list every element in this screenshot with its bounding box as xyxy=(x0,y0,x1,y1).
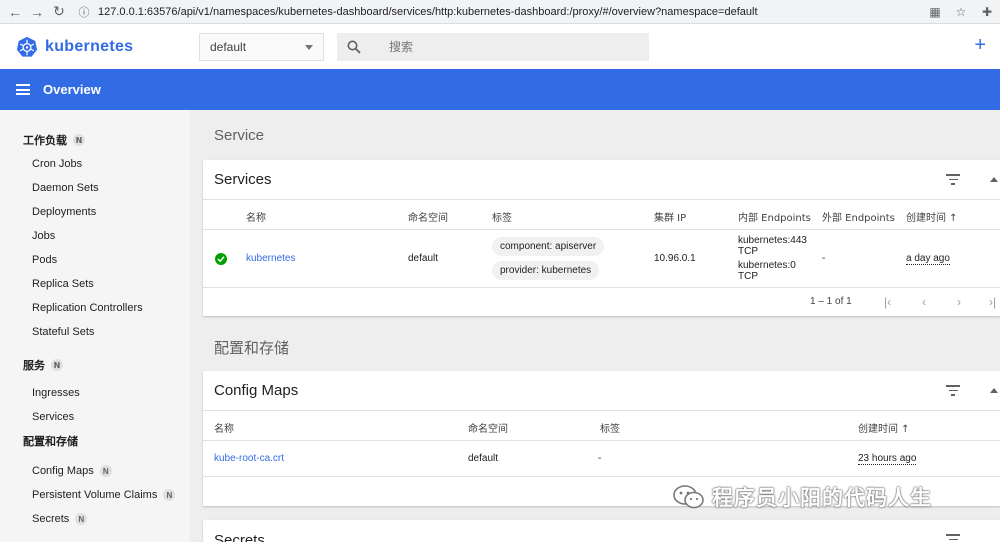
sidebar-item-stateful-sets[interactable]: Stateful Sets xyxy=(0,320,190,344)
table-row: kube-root-ca.crt default - 23 hours ago xyxy=(203,441,1000,477)
browser-url-bar: ← → ↻ ⓘ 127.0.0.1:63576/api/v1/namespace… xyxy=(0,0,1000,24)
sidebar-item-deployments[interactable]: Deployments xyxy=(0,200,190,224)
label-chip: provider: kubernetes xyxy=(492,261,600,280)
sidebar-group-service[interactable]: 服务 N xyxy=(0,353,190,377)
next-page-icon[interactable]: › xyxy=(957,295,961,309)
column-header[interactable]: 名称 xyxy=(214,420,234,435)
config-maps-card-header: Config Maps xyxy=(203,371,1000,411)
namespaced-badge: N xyxy=(163,489,176,501)
column-header[interactable]: 命名空间 xyxy=(468,420,508,435)
column-header-sort[interactable]: 创建时间 ↑ xyxy=(858,420,910,435)
card-title: Services xyxy=(214,171,272,188)
qr-code-icon[interactable]: ▦ xyxy=(922,5,948,19)
sidebar-item-pods[interactable]: Pods xyxy=(0,248,190,272)
services-card-header: Services xyxy=(203,160,1000,200)
namespace-cell: default xyxy=(468,453,499,464)
info-icon[interactable]: ⓘ xyxy=(76,4,92,20)
namespace-select[interactable]: default xyxy=(199,33,324,61)
card-title: Config Maps xyxy=(214,382,299,399)
back-icon[interactable]: ← xyxy=(4,4,26,20)
sidebar-item-replica-sets[interactable]: Replica Sets xyxy=(0,272,190,296)
filter-icon[interactable] xyxy=(946,534,960,542)
column-header[interactable]: 内部 Endpoints xyxy=(738,209,811,224)
services-pagination: 1 – 1 of 1 |‹ ‹ › ›| xyxy=(203,288,1000,316)
section-title-service: Service xyxy=(214,127,265,144)
sidebar: 工作负载 N Cron Jobs Daemon Sets Deployments… xyxy=(0,110,190,542)
kubernetes-logo[interactable]: kubernetes xyxy=(16,36,133,58)
search-input[interactable] xyxy=(389,40,639,54)
namespaced-badge: N xyxy=(75,513,88,525)
secrets-card: Secrets xyxy=(203,520,1000,542)
namespace-cell: default xyxy=(408,253,439,264)
created-time-cell: 23 hours ago xyxy=(858,453,917,465)
brand-name: kubernetes xyxy=(45,37,134,55)
created-time-cell: a day ago xyxy=(906,253,950,265)
extensions-icon[interactable]: ✚ xyxy=(974,5,1000,19)
bookmark-star-icon[interactable]: ☆ xyxy=(948,5,974,19)
card-title: Secrets xyxy=(214,531,265,542)
forward-icon[interactable]: → xyxy=(26,4,48,20)
labels-cell: - xyxy=(598,453,602,464)
pagination-range: 1 – 1 of 1 xyxy=(810,296,852,307)
column-header[interactable]: 标签 xyxy=(492,209,512,224)
namespaced-badge: N xyxy=(73,134,85,146)
sidebar-item-ingresses[interactable]: Ingresses xyxy=(0,381,190,405)
filter-icon[interactable] xyxy=(946,174,960,188)
column-header[interactable]: 集群 IP xyxy=(654,209,686,224)
namespace-value: default xyxy=(210,40,247,54)
sidebar-group-config-storage[interactable]: 配置和存储 xyxy=(0,429,190,453)
create-plus-icon[interactable]: + xyxy=(974,34,986,56)
prev-page-icon[interactable]: ‹ xyxy=(922,295,926,309)
watermark: 程序员小阳的代码人生 xyxy=(672,482,932,512)
service-name-link[interactable]: kubernetes xyxy=(246,253,295,264)
table-row: kubernetes default component: apiserver … xyxy=(203,230,1000,288)
column-header-sort[interactable]: 创建时间 ↑ xyxy=(906,209,958,224)
cluster-ip-cell: 10.96.0.1 xyxy=(654,253,696,264)
sidebar-group-workloads[interactable]: 工作负载 N xyxy=(0,128,190,152)
menu-icon[interactable] xyxy=(16,84,30,95)
namespaced-badge: N xyxy=(51,359,63,371)
services-table-header: 名称 命名空间 标签 集群 IP 内部 Endpoints 外部 Endpoin… xyxy=(203,200,1000,230)
services-card: Services 名称 命名空间 标签 集群 IP 内部 Endpoints 外… xyxy=(203,160,1000,316)
status-ok-icon xyxy=(215,253,227,265)
column-header[interactable]: 命名空间 xyxy=(408,209,448,224)
external-endpoints-cell: - xyxy=(822,253,826,264)
internal-endpoints-cell: kubernetes:443 TCP kubernetes:0 TCP xyxy=(738,235,807,282)
section-title-config-storage: 配置和存储 xyxy=(214,340,290,357)
search-box[interactable] xyxy=(337,33,649,61)
sidebar-item-secrets[interactable]: Secrets N xyxy=(0,507,190,531)
config-maps-table-header: 名称 命名空间 标签 创建时间 ↑ xyxy=(203,411,1000,441)
column-header[interactable]: 标签 xyxy=(600,420,620,435)
sidebar-item-replication-controllers[interactable]: Replication Controllers xyxy=(0,296,190,320)
sidebar-item-config-maps[interactable]: Config Maps N xyxy=(0,459,190,483)
page-toolbar: Overview xyxy=(0,69,1000,110)
sidebar-item-services[interactable]: Services xyxy=(0,405,190,429)
main-content: Service Services 名称 命名空间 标签 集群 IP 内部 End… xyxy=(203,110,1000,542)
column-header[interactable]: 名称 xyxy=(246,209,266,224)
url-field[interactable]: 127.0.0.1:63576/api/v1/namespaces/kubern… xyxy=(98,6,922,18)
column-header[interactable]: 外部 Endpoints xyxy=(822,209,895,224)
collapse-icon[interactable] xyxy=(990,177,998,182)
wechat-logo-icon xyxy=(673,485,704,509)
sidebar-item-daemon-sets[interactable]: Daemon Sets xyxy=(0,176,190,200)
chevron-down-icon xyxy=(305,45,313,50)
kubernetes-wheel-icon xyxy=(16,36,38,57)
last-page-icon[interactable]: ›| xyxy=(989,295,996,309)
secrets-card-header: Secrets xyxy=(203,520,1000,542)
app-header: kubernetes default + xyxy=(0,24,1000,69)
collapse-icon[interactable] xyxy=(990,388,998,393)
sidebar-item-cron-jobs[interactable]: Cron Jobs xyxy=(0,152,190,176)
sidebar-item-jobs[interactable]: Jobs xyxy=(0,224,190,248)
filter-icon[interactable] xyxy=(946,385,960,399)
label-chip: component: apiserver xyxy=(492,237,605,256)
reload-icon[interactable]: ↻ xyxy=(48,3,70,20)
first-page-icon[interactable]: |‹ xyxy=(884,295,891,309)
config-map-name-link[interactable]: kube-root-ca.crt xyxy=(214,453,284,464)
page-title: Overview xyxy=(43,82,101,97)
watermark-text: 程序员小阳的代码人生 xyxy=(712,486,932,510)
search-icon xyxy=(347,40,377,54)
namespaced-badge: N xyxy=(99,465,112,477)
sidebar-item-persistent-volume-claims[interactable]: Persistent Volume Claims N xyxy=(0,483,190,507)
